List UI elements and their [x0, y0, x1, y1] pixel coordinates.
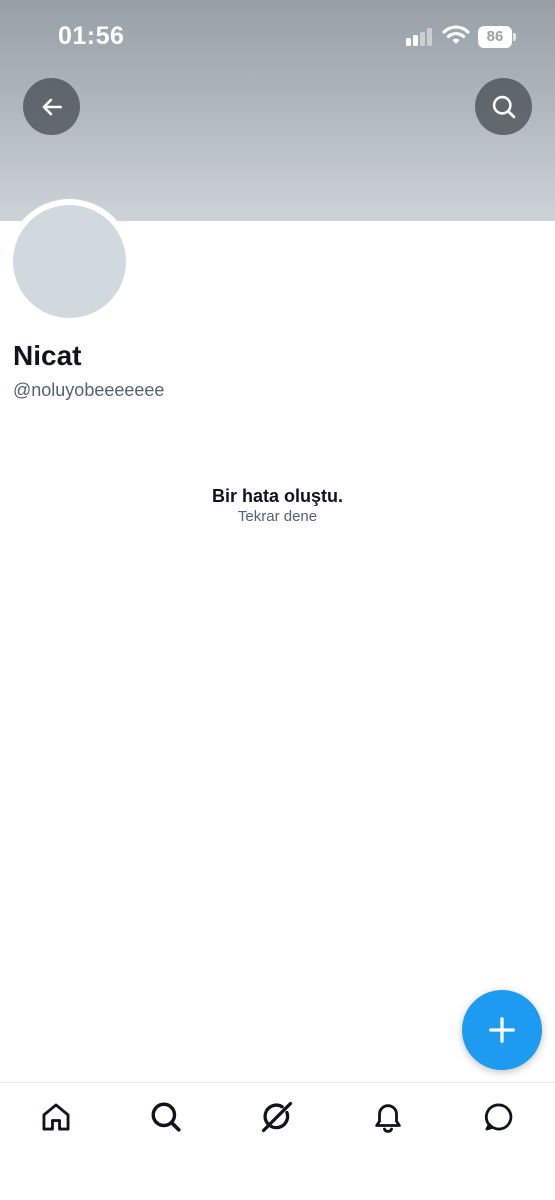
error-title: Bir hata oluştu. [211, 486, 343, 506]
tab-search[interactable] [148, 1099, 184, 1135]
search-icon [492, 95, 515, 118]
search-icon [151, 1102, 181, 1132]
compose-button[interactable] [462, 990, 542, 1070]
error-state: Bir hata oluştu. Tekrar dene [0, 485, 555, 527]
cellular-signal-icon [406, 28, 434, 46]
retry-link[interactable]: Tekrar dene [0, 507, 555, 527]
status-time: 01:56 [58, 22, 125, 50]
tab-bar [0, 1082, 555, 1200]
back-button[interactable] [23, 78, 80, 135]
user-handle: @noluyobeeeeeee [13, 380, 165, 400]
bell-icon [375, 1104, 401, 1133]
plus-icon [489, 1017, 515, 1043]
avatar[interactable] [7, 199, 132, 324]
avatar-placeholder [13, 205, 126, 318]
battery-icon: 86 [478, 26, 516, 48]
display-name: Nicat [13, 340, 82, 371]
arrow-left-icon [42, 98, 62, 115]
tab-home[interactable] [38, 1099, 74, 1135]
tab-notifications[interactable] [370, 1099, 406, 1135]
tab-grok[interactable] [259, 1099, 295, 1135]
search-button[interactable] [475, 78, 532, 135]
grok-icon [261, 1101, 293, 1133]
wifi-icon [442, 25, 470, 44]
home-icon [42, 1103, 70, 1131]
tab-messages[interactable] [481, 1099, 517, 1135]
profile-screen: 01:56 86 Nicat @noluyobeeeeeee Bir hata … [0, 0, 555, 1200]
message-icon [484, 1103, 513, 1131]
battery-level: 86 [478, 26, 512, 48]
